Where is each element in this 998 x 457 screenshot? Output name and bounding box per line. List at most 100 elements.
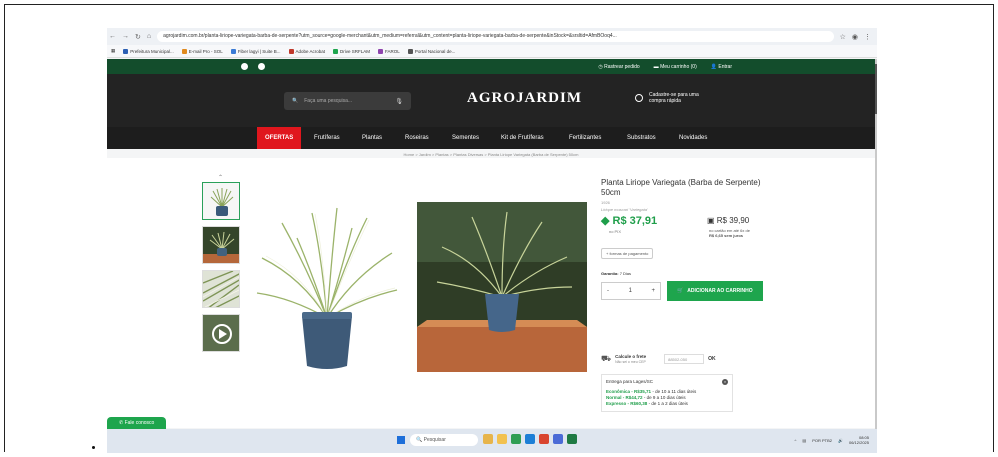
- track-order-link[interactable]: ◷ Rastrear pedido: [598, 64, 639, 70]
- bookmark-item[interactable]: Fiber lagyi | Suite B...: [230, 48, 281, 54]
- qty-plus-button[interactable]: +: [651, 288, 655, 294]
- login-link[interactable]: 👤 Entrar: [711, 64, 732, 70]
- widgets-icon[interactable]: [483, 434, 493, 444]
- bookmark-item[interactable]: FAROL: [378, 48, 400, 54]
- menu-icon[interactable]: ⋮: [864, 33, 871, 41]
- site-logo[interactable]: AGROJARDIM: [467, 90, 582, 107]
- quantity-stepper[interactable]: - 1 +: [601, 282, 661, 300]
- profile-icon[interactable]: ◉: [852, 33, 858, 41]
- bookmark-item[interactable]: Drive SRFLAM: [333, 48, 370, 54]
- apps-icon[interactable]: ▦: [111, 48, 115, 54]
- excel-icon[interactable]: [567, 434, 577, 444]
- back-icon[interactable]: ←: [109, 33, 116, 41]
- pix-label: no PIX: [609, 229, 622, 234]
- edge-icon[interactable]: [525, 434, 535, 444]
- leaves-thumbnail-image: [203, 271, 239, 307]
- browser-screen: ← → ↻ ⌂ agrojardim.com.br/planta-liriope…: [107, 28, 877, 453]
- menu-item-frutiferas[interactable]: Frutíferas: [314, 127, 340, 149]
- menu-item-roseiras[interactable]: Roseiras: [405, 127, 429, 149]
- microphone-icon[interactable]: 🎙: [395, 98, 403, 105]
- shipping-option[interactable]: Expresso - R$60,38 - de 1 a 2 dias úteis: [606, 401, 728, 407]
- pix-price: ◆ R$ 37,91: [601, 215, 658, 227]
- bookmark-item[interactable]: Prefeitura Municipal...: [123, 48, 174, 54]
- star-icon[interactable]: ☆: [840, 33, 846, 41]
- thumbnail-video[interactable]: [202, 314, 240, 352]
- social-links: [241, 63, 265, 70]
- menu-item-plantas[interactable]: Plantas: [362, 127, 382, 149]
- breadcrumb[interactable]: Home > Jardim > Plantas > Plantas Divers…: [107, 152, 875, 157]
- price-block: ◆ R$ 37,91 no PIX ▣ R$ 39,90 no cartão e…: [601, 214, 781, 242]
- page-scrollbar[interactable]: [875, 59, 877, 429]
- chrome-profile-icon[interactable]: [539, 434, 549, 444]
- qty-value[interactable]: 1: [629, 288, 632, 294]
- product-photo[interactable]: [417, 202, 587, 372]
- product-sku: 1926: [601, 200, 610, 205]
- address-input[interactable]: agrojardim.com.br/planta-liriope-variega…: [157, 31, 834, 42]
- chevron-up-icon[interactable]: ^: [795, 438, 797, 443]
- add-to-cart-button[interactable]: 🛒 ADICIONAR AO CARRINHO: [667, 281, 763, 301]
- browser-url-bar: ← → ↻ ⌂ agrojardim.com.br/planta-liriope…: [107, 28, 877, 45]
- menu-item-novidades[interactable]: Novidades: [679, 127, 707, 149]
- thumbnail-leaves-closeup[interactable]: [202, 270, 240, 308]
- thumbnail-plant-photo[interactable]: [202, 226, 240, 264]
- file-explorer-icon[interactable]: [497, 434, 507, 444]
- instagram-icon[interactable]: [258, 63, 265, 70]
- buy-row: - 1 + 🛒 ADICIONAR AO CARRINHO: [601, 281, 781, 301]
- frame-border-left: [4, 4, 5, 452]
- reload-icon[interactable]: ↻: [135, 33, 141, 41]
- menu-item-fertilizantes[interactable]: Fertilizantes: [569, 127, 601, 149]
- cart-icon: 🛒: [677, 288, 684, 294]
- search-input[interactable]: 🔍 Faça uma pesquisa... 🎙: [284, 92, 411, 110]
- forward-icon[interactable]: →: [122, 33, 129, 41]
- plant-photo-thumbnail-image: [203, 227, 239, 263]
- product-latin-name: Liriope muscari 'Variegata': [601, 207, 648, 212]
- taskbar-apps: [483, 434, 577, 444]
- menu-item-substratos[interactable]: Substratos: [627, 127, 656, 149]
- clock[interactable]: 08:05 06/12/2025: [849, 435, 869, 445]
- chevron-up-icon[interactable]: ⌃: [218, 174, 223, 181]
- chat-button[interactable]: ✆ Fale conosco: [107, 417, 167, 429]
- menu-item-ofertas[interactable]: OFERTAS: [257, 127, 302, 149]
- bookmark-icon: [230, 48, 236, 54]
- language-indicator[interactable]: POR PTB2: [812, 438, 832, 443]
- cart-link[interactable]: ▬ Meu carrinho (0): [654, 64, 697, 70]
- payment-forms-button[interactable]: + formas de pagamento: [601, 248, 654, 259]
- bullet-dot: [92, 446, 95, 449]
- home-icon[interactable]: ⌂: [147, 33, 151, 41]
- teams-icon[interactable]: [553, 434, 563, 444]
- close-icon[interactable]: ×: [722, 379, 728, 385]
- bookmark-icon: [378, 48, 384, 54]
- signup-link[interactable]: Cadastre-se para uma compra rápida: [635, 92, 699, 104]
- main-product-image[interactable]: [252, 198, 402, 378]
- shipping-results: Entrega para Lages/SC × Econômica - R$35…: [601, 374, 733, 412]
- system-tray: ^ ▤ POR PTB2 🔊 08:05 06/12/2025: [795, 435, 869, 445]
- product-title: Planta Liriope Variegata (Barba de Serpe…: [601, 178, 761, 197]
- screenshot-frame: ← → ↻ ⌂ agrojardim.com.br/planta-liriope…: [0, 0, 998, 457]
- chrome-icon[interactable]: [511, 434, 521, 444]
- bookmark-icon: [288, 48, 294, 54]
- bookmark-item[interactable]: Portal Nacional de...: [407, 48, 455, 54]
- site-topbar: ◷ Rastrear pedido ▬ Meu carrinho (0) 👤 E…: [107, 59, 875, 74]
- menu-item-kit-frutiferas[interactable]: Kit de Frutíferas: [501, 127, 544, 149]
- network-icon[interactable]: ▤: [802, 438, 806, 443]
- windows-start-icon[interactable]: [397, 436, 405, 444]
- menu-item-sementes[interactable]: Sementes: [452, 127, 479, 149]
- card-price: ▣ R$ 39,90: [707, 216, 750, 225]
- thumbnail-plant-pot[interactable]: [202, 182, 240, 220]
- bookmark-icon: [181, 48, 187, 54]
- cep-input[interactable]: 88502-050: [664, 354, 705, 364]
- volume-icon[interactable]: 🔊: [838, 438, 843, 443]
- product-info: Planta Liriope Variegata (Barba de Serpe…: [601, 178, 781, 301]
- facebook-icon[interactable]: [241, 63, 248, 70]
- cep-ok-button[interactable]: OK: [708, 356, 716, 362]
- taskbar-search-input[interactable]: 🔍 Pesquisar: [410, 434, 478, 446]
- bookmark-item[interactable]: Adobe Acrobat: [288, 48, 325, 54]
- bookmark-item[interactable]: E-mail Pro - SOL: [181, 48, 223, 54]
- card-installments: no cartão em até 6x de R$ 6,65 sem juros: [709, 228, 750, 238]
- page-scrollbar-thumb[interactable]: [875, 64, 877, 114]
- plant-pot-image: [256, 207, 398, 369]
- qty-minus-button[interactable]: -: [607, 288, 609, 294]
- play-icon: [203, 315, 239, 351]
- main-menu: OFERTAS Frutíferas Plantas Roseiras Seme…: [107, 127, 875, 149]
- browser-actions: ☆ ◉ ⋮: [840, 33, 871, 41]
